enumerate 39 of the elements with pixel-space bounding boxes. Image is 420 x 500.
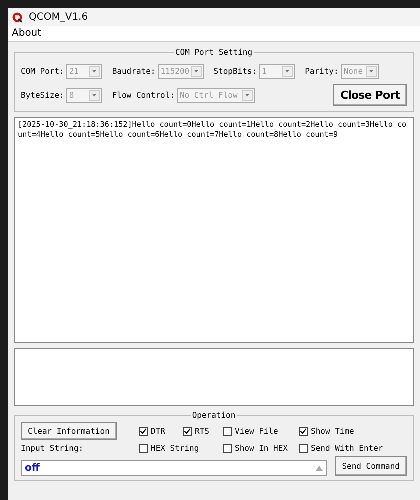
- clear-button[interactable]: Clear Information: [21, 422, 117, 440]
- checkbox-label: HEX String: [151, 444, 200, 453]
- field-label: Parity:: [305, 66, 339, 76]
- field-label: COM Port:: [21, 66, 64, 76]
- send-button[interactable]: Send Command: [335, 456, 407, 476]
- menu-item[interactable]: About: [10, 28, 44, 39]
- checkbox-label: View File: [235, 426, 278, 436]
- group-title: COM Port Setting: [174, 48, 254, 57]
- input-label: Input String:: [21, 444, 85, 453]
- field-label: ByteSize:: [21, 90, 64, 100]
- checkbox-label: RTS: [195, 426, 210, 436]
- checkbox-label: Send With Enter: [311, 444, 384, 453]
- checkbox[interactable]: Show Time: [299, 426, 407, 436]
- checkbox[interactable]: DTR: [139, 426, 183, 436]
- field-label: Flow Control:: [112, 90, 175, 100]
- checkbox-label: Show Time: [311, 426, 354, 436]
- text-area[interactable]: [14, 348, 414, 406]
- checkbox-box[interactable]: [139, 444, 148, 453]
- group-title: Operation: [191, 411, 237, 420]
- window-title: QCOM_V1.6: [29, 12, 88, 22]
- checkbox-box[interactable]: [299, 426, 308, 436]
- scroll-up-icon[interactable]: [316, 466, 324, 470]
- checkbox[interactable]: Send With Enter: [299, 444, 407, 453]
- checkbox[interactable]: RTS: [183, 426, 223, 436]
- field-label: StopBits:: [214, 66, 258, 76]
- checkbox-box[interactable]: [223, 426, 232, 436]
- logo-icon: [12, 12, 23, 22]
- input-field[interactable]: off: [21, 460, 328, 476]
- checkbox-box[interactable]: [299, 444, 308, 453]
- checkbox-box[interactable]: [183, 426, 192, 436]
- checkbox[interactable]: Show In HEX: [223, 444, 299, 453]
- checkbox[interactable]: View File: [223, 426, 299, 436]
- checkbox-label: DTR: [151, 426, 166, 436]
- checkbox-box[interactable]: [223, 444, 232, 453]
- close-port-button[interactable]: Close Port: [333, 84, 407, 106]
- checkbox-box[interactable]: [139, 426, 148, 436]
- checkbox[interactable]: HEX String: [139, 444, 223, 453]
- checkbox-label: Show In HEX: [235, 444, 288, 453]
- field-label: Baudrate:: [112, 66, 156, 76]
